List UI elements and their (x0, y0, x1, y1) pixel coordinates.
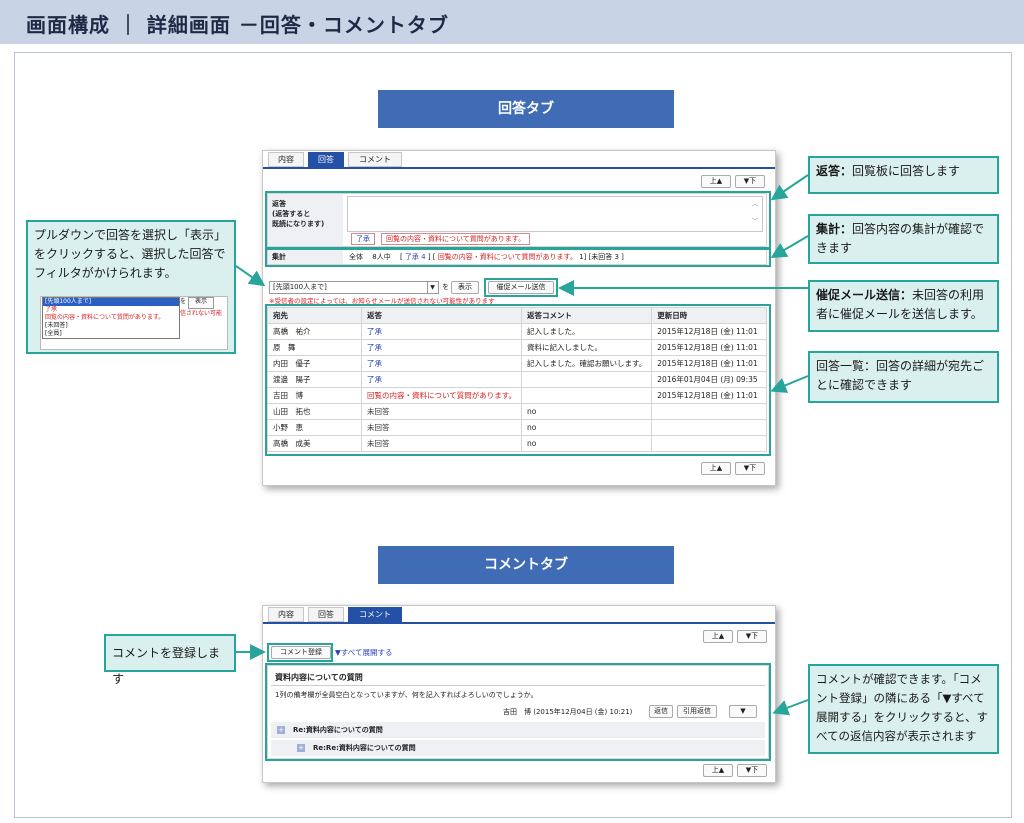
arrow-comment (772, 699, 809, 716)
arrow-summary (770, 235, 809, 259)
arrow-reply (770, 174, 809, 201)
arrow-filter (235, 265, 266, 287)
callout-arrows (235, 174, 809, 716)
arrow-list (770, 375, 809, 393)
